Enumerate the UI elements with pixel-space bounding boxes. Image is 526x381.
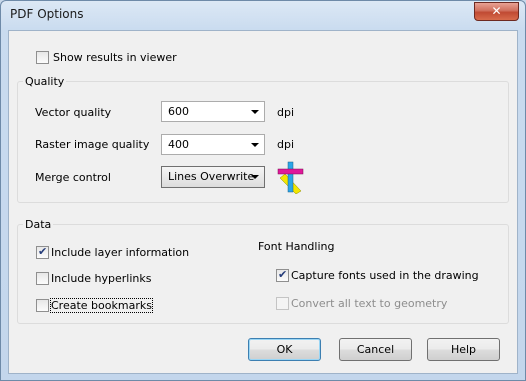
capture-fonts-label[interactable]: Capture fonts used in the drawing [291, 269, 479, 282]
dialog-body: Show results in viewer Quality Vector qu… [8, 30, 518, 374]
include-layer-checkbox[interactable] [36, 245, 49, 259]
merge-control-label: Merge control [35, 171, 111, 184]
window-title: PDF Options [10, 7, 84, 21]
vector-quality-value: 600 [168, 105, 189, 118]
lines-overwrite-icon [277, 161, 304, 194]
title-bar: PDF Options ✕ [1, 1, 525, 30]
include-hyperlinks-checkbox[interactable] [36, 272, 49, 285]
close-icon: ✕ [491, 4, 502, 18]
show-results-checkbox[interactable] [36, 51, 49, 64]
merge-control-value: Lines Overwrite [168, 170, 255, 183]
chevron-down-icon [251, 175, 259, 179]
capture-fonts-checkbox[interactable] [276, 268, 289, 282]
show-results-label[interactable]: Show results in viewer [53, 51, 177, 64]
merge-control-dropdown[interactable]: Lines Overwrite [161, 166, 265, 188]
vector-quality-dropdown[interactable]: 600 [161, 101, 265, 122]
chevron-down-icon [251, 110, 259, 114]
raster-quality-value: 400 [168, 138, 189, 151]
convert-text-checkbox[interactable] [276, 297, 289, 310]
vector-quality-unit: dpi [277, 106, 295, 119]
close-button[interactable]: ✕ [474, 2, 519, 21]
raster-quality-dropdown[interactable]: 400 [161, 134, 265, 155]
chevron-down-icon [251, 143, 259, 147]
ok-button[interactable]: OK [248, 338, 321, 361]
convert-text-label[interactable]: Convert all text to geometry [291, 297, 447, 310]
font-handling-title: Font Handling [258, 240, 335, 253]
include-layer-label[interactable]: Include layer information [51, 246, 189, 259]
cancel-button[interactable]: Cancel [339, 338, 412, 361]
raster-quality-unit: dpi [277, 138, 295, 151]
pdf-options-dialog: PDF Options ✕ Show results in viewer Qua… [0, 0, 526, 381]
help-button[interactable]: Help [427, 338, 500, 361]
raster-quality-label: Raster image quality [35, 138, 150, 151]
quality-group-title: Quality [23, 75, 67, 88]
data-group-title: Data [23, 218, 54, 231]
create-bookmarks-label[interactable]: Create bookmarks [50, 298, 153, 313]
create-bookmarks-checkbox[interactable] [36, 299, 49, 312]
vector-quality-label: Vector quality [35, 106, 112, 119]
include-hyperlinks-label[interactable]: Include hyperlinks [51, 272, 151, 285]
